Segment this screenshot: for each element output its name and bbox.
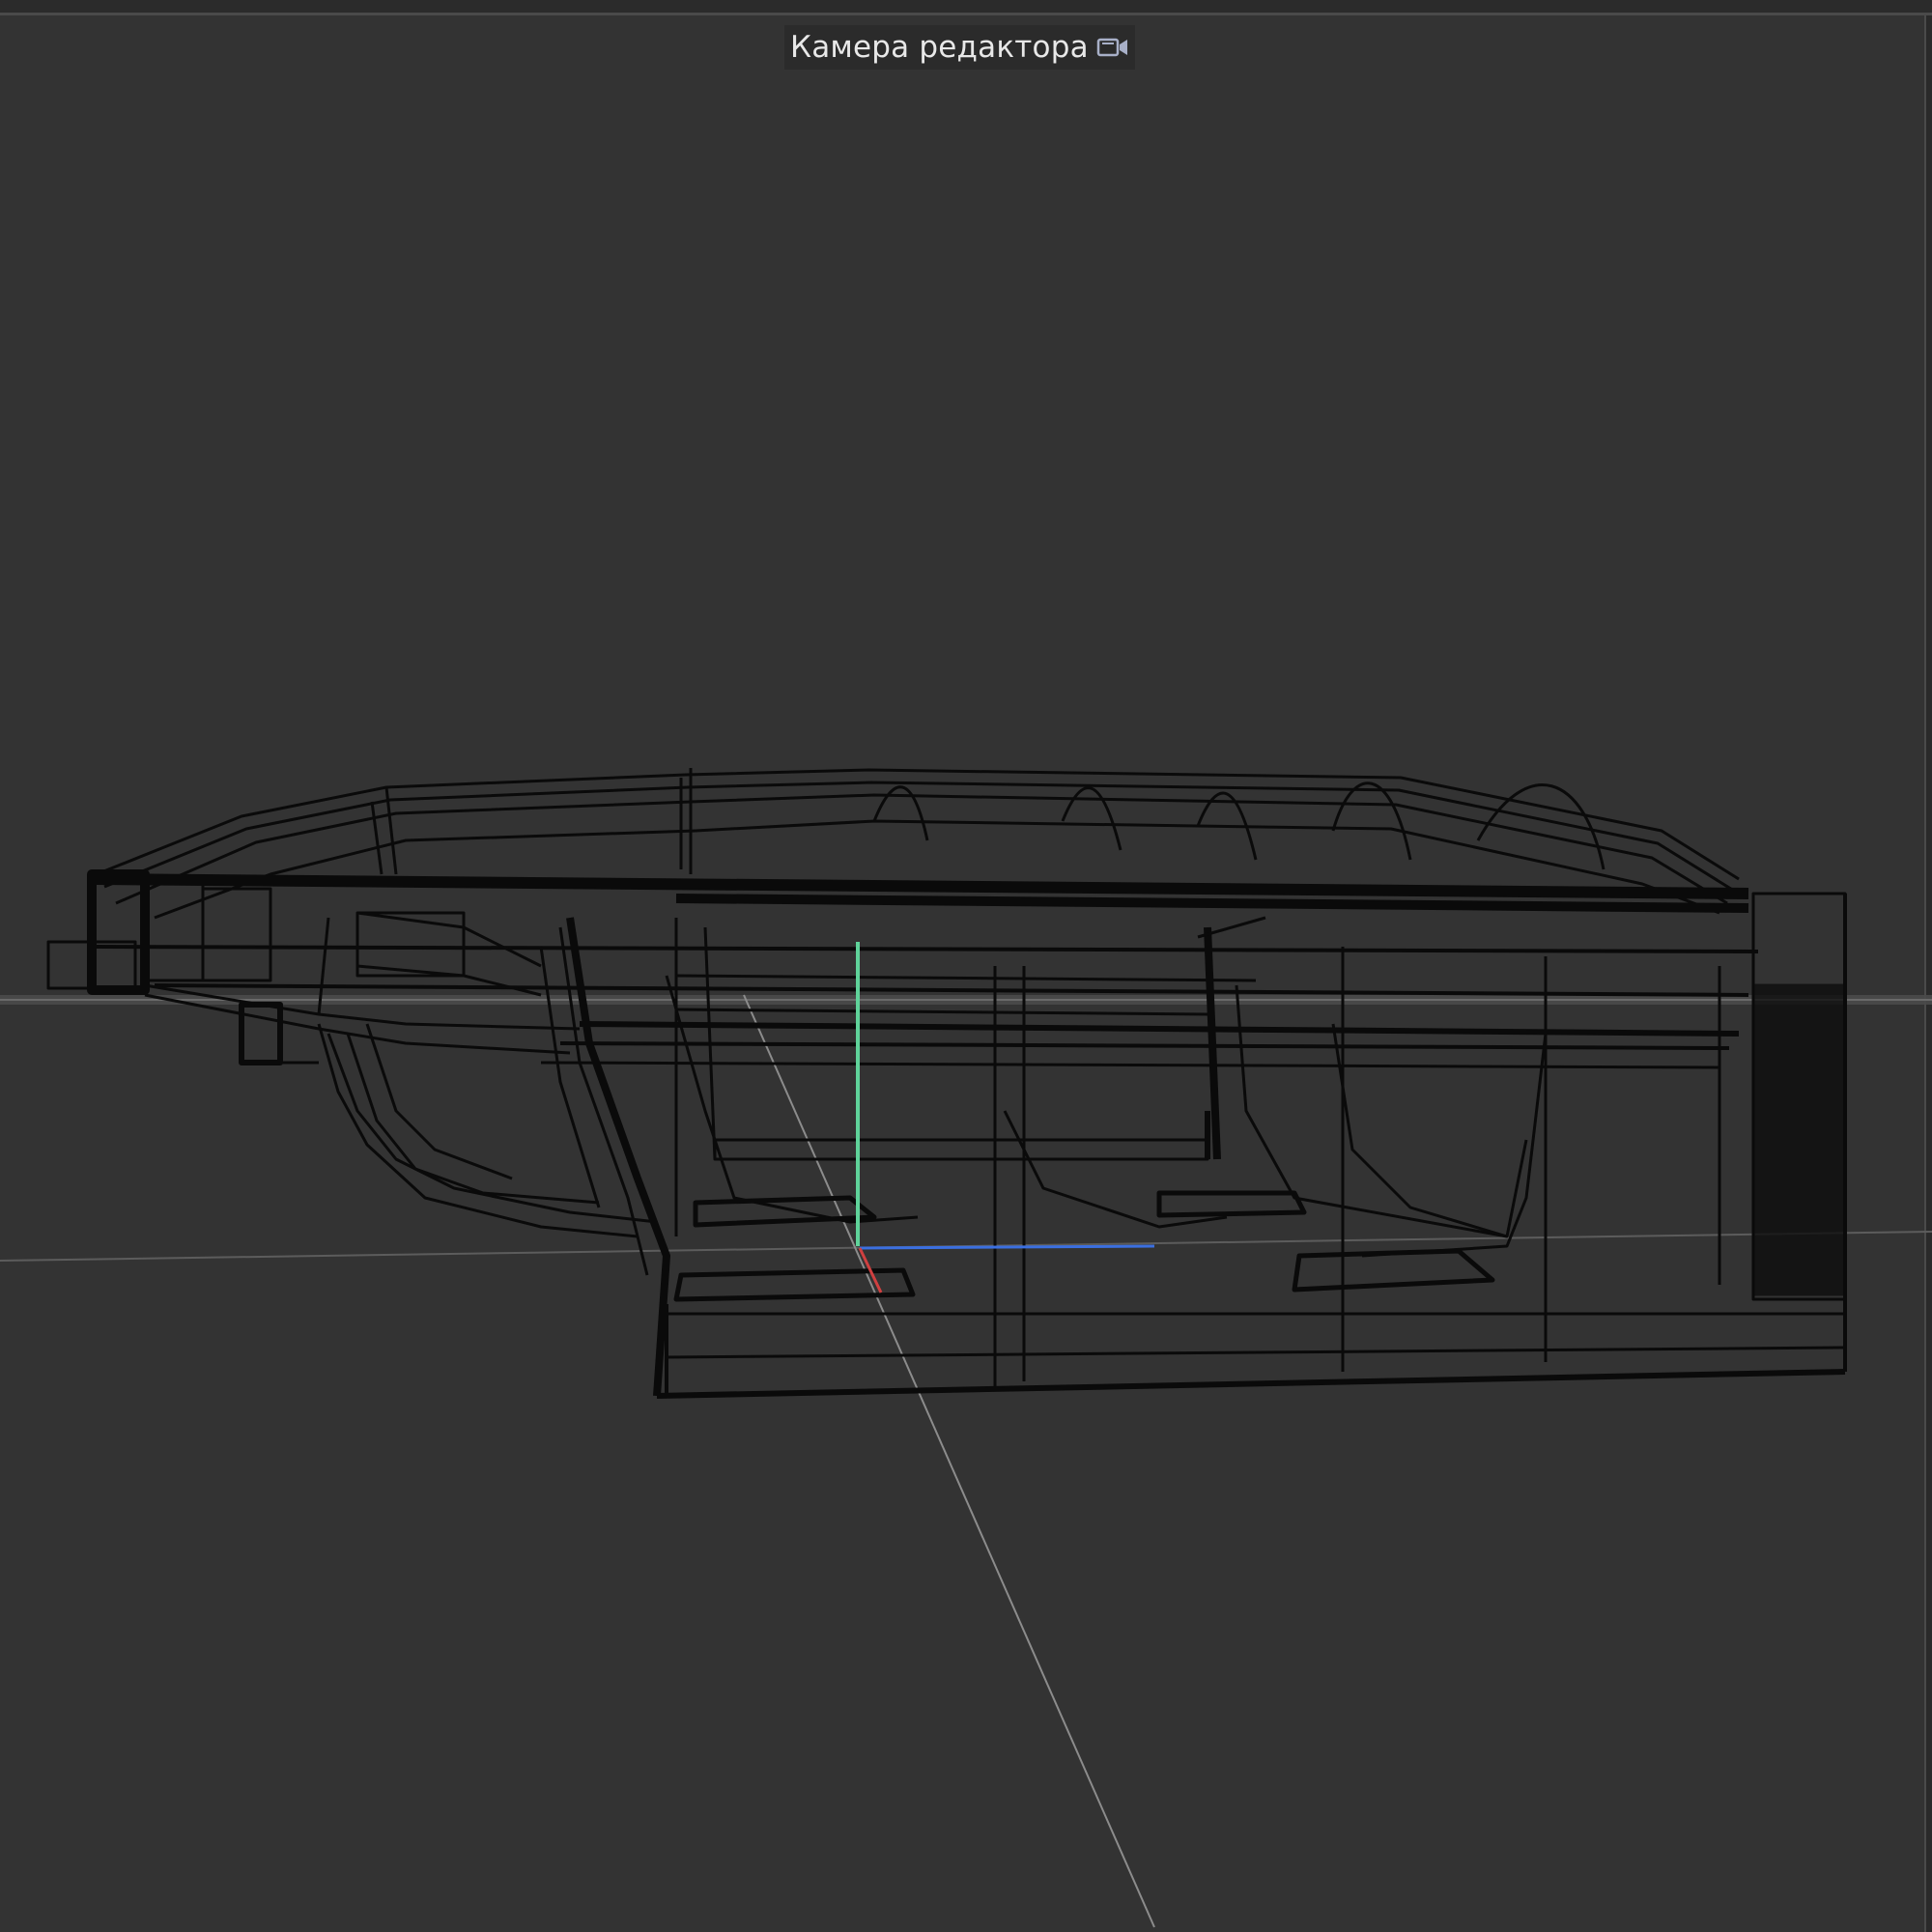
camera-icon [1096, 35, 1129, 60]
wire-nose [46, 869, 658, 1238]
world-grid [0, 994, 1932, 1928]
3d-viewport[interactable]: Камера редактора [0, 0, 1932, 1932]
gizmo-z-axis [859, 1244, 1155, 1250]
camera-selector[interactable]: Камера редактора [784, 25, 1135, 70]
wire-hull [539, 892, 1847, 1399]
wire-main-beams [96, 873, 1759, 1069]
grid-line-diagonal [743, 994, 1155, 1928]
camera-label-text: Камера редактора [790, 30, 1089, 65]
wireframe-model[interactable] [46, 768, 1847, 1399]
transform-gizmo[interactable] [856, 942, 1155, 1293]
scene-canvas[interactable] [0, 0, 1932, 1932]
